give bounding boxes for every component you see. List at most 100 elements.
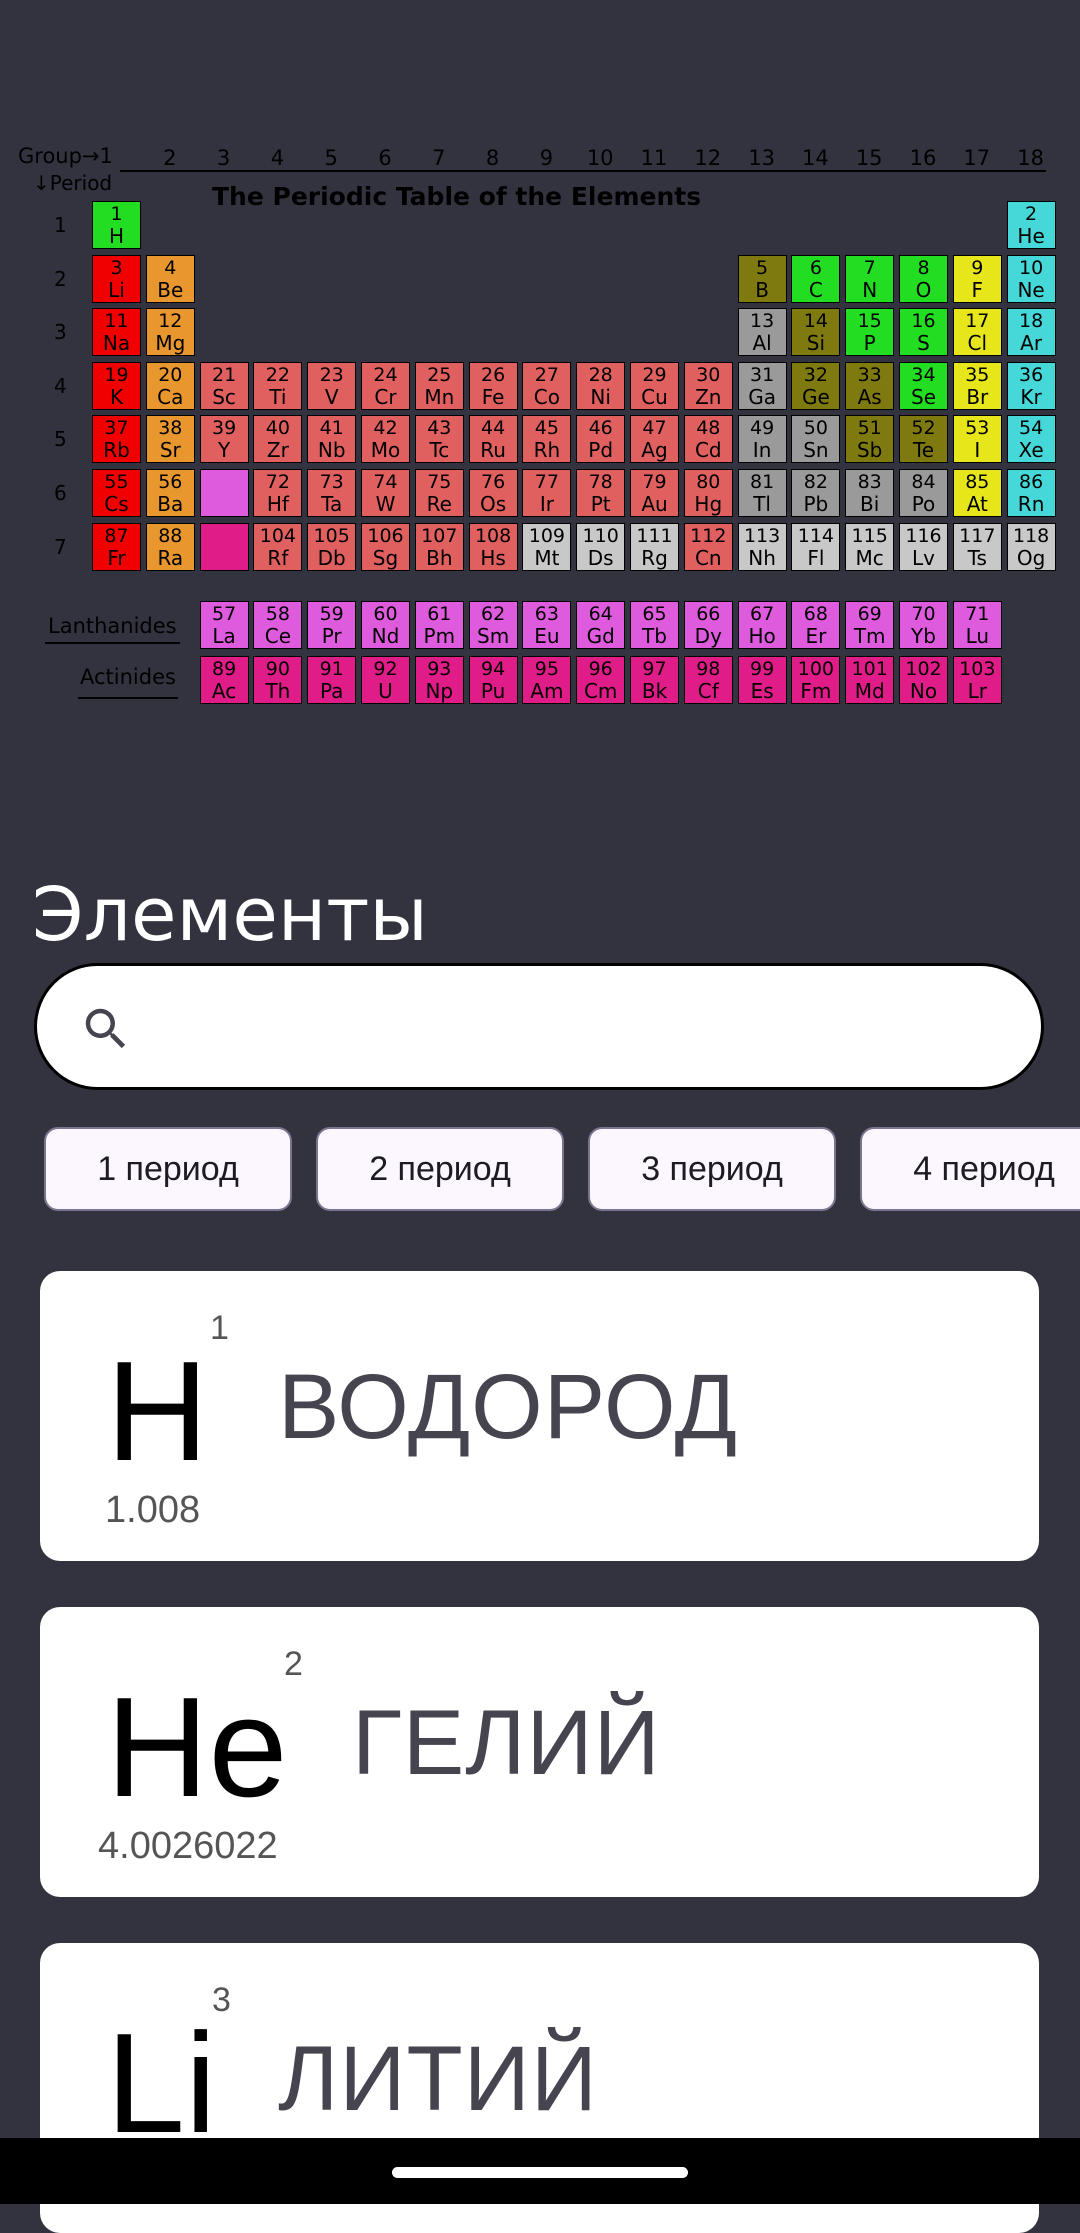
element-cell-cu: 29 Cu xyxy=(630,361,679,410)
cell-number: 20 xyxy=(158,363,183,386)
cell-symbol: Sg xyxy=(372,545,399,570)
cell-number: 2 xyxy=(1025,203,1038,225)
element-cell-ni: 28 Ni xyxy=(576,361,626,410)
chip-period-4[interactable]: 4 период xyxy=(860,1127,1080,1211)
cell-number: 58 xyxy=(265,603,290,625)
cell-number: 75 xyxy=(427,471,452,493)
atomic-number: 1 xyxy=(210,1309,229,1347)
search-bar[interactable] xyxy=(34,963,1044,1090)
element-cell-placeholder xyxy=(199,469,249,517)
cell-number: 76 xyxy=(481,471,506,493)
cell-symbol: Np xyxy=(425,679,454,703)
element-cell-kr: 36 Kr xyxy=(1006,361,1056,410)
cell-symbol: Pb xyxy=(803,492,829,516)
cell-number: 27 xyxy=(534,363,559,386)
cell-symbol: Mn xyxy=(424,384,455,409)
cell-symbol: Se xyxy=(911,384,936,409)
element-cell-os: 76 Os xyxy=(468,469,518,517)
element-cell-rf: 104 Rf xyxy=(253,522,303,571)
cell-symbol: Cn xyxy=(694,545,722,570)
element-cell-c: 6C xyxy=(791,254,841,303)
cell-symbol: Cl xyxy=(967,331,988,356)
cell-symbol: Cd xyxy=(694,438,722,463)
group-label: 10 xyxy=(586,146,614,170)
cell-symbol: Es xyxy=(750,679,774,703)
cell-symbol: Cu xyxy=(641,384,668,409)
cell-number: 113 xyxy=(743,524,781,547)
lanthanides-rule xyxy=(45,642,180,644)
cell-number: 43 xyxy=(427,417,452,440)
period-caption: ↓Period xyxy=(33,171,113,195)
element-cell-ru: 44 Ru xyxy=(468,415,518,464)
cell-number: 91 xyxy=(319,658,344,680)
element-cell-pr: 59 Pr xyxy=(307,601,357,649)
cell-symbol: Li xyxy=(108,277,125,302)
group-label: 2 xyxy=(163,146,177,170)
cell-symbol: Bi xyxy=(860,492,880,516)
element-cell-h: 1H xyxy=(92,201,141,249)
search-icon[interactable] xyxy=(79,1002,133,1056)
element-card-hydrogen[interactable]: H 1 ВОДОРОД 1.008 xyxy=(40,1271,1039,1561)
chip-period-2[interactable]: 2 период xyxy=(316,1127,564,1211)
cell-symbol: Zn xyxy=(695,384,722,409)
element-cell-sm: 62 Sm xyxy=(468,601,518,649)
cell-symbol: Mo xyxy=(370,438,401,463)
cell-number: 21 xyxy=(212,363,237,386)
cell-number: 44 xyxy=(481,417,506,440)
element-cell-i: 53 I xyxy=(952,415,1002,464)
cell-symbol: Eu xyxy=(534,624,560,648)
cell-symbol: C xyxy=(808,277,823,302)
element-card-helium[interactable]: He 2 ГЕЛИЙ 4.0026022 xyxy=(40,1607,1039,1897)
element-cell-fr: 87 Fr xyxy=(92,522,141,571)
cell-number: 65 xyxy=(642,603,667,625)
element-cell-po: 84 Po xyxy=(899,469,948,517)
element-cell-bh: 107 Bh xyxy=(414,522,464,571)
cell-symbol: Fr xyxy=(107,545,126,570)
cell-number: 35 xyxy=(965,363,990,386)
group-label: 16 xyxy=(909,146,937,170)
element-cell-zr: 40 Zr xyxy=(253,415,303,464)
cell-symbol: Tc xyxy=(429,438,450,463)
cell-number: 84 xyxy=(911,471,936,493)
cell-symbol: Fm xyxy=(800,679,832,703)
cell-symbol: Na xyxy=(102,331,131,356)
cell-symbol: He xyxy=(1017,224,1045,248)
group-label: 17 xyxy=(963,146,991,170)
atomic-mass: 4.0026022 xyxy=(98,1825,278,1867)
period-label: 2 xyxy=(54,266,67,291)
cell-symbol: As xyxy=(857,384,882,409)
cell-number: 107 xyxy=(421,524,458,547)
cell-number: 105 xyxy=(313,524,350,547)
cell-number: 94 xyxy=(481,658,506,680)
home-gesture-handle[interactable] xyxy=(392,2167,688,2178)
element-cell-si: 14 Si xyxy=(791,308,841,357)
period-filter-chips: 1 период 2 период 3 период 4 период xyxy=(0,1127,1080,1213)
cell-number: 1 xyxy=(110,203,123,225)
element-cell-k: 19 K xyxy=(92,361,141,410)
element-cell-cs: 55 Cs xyxy=(92,469,141,517)
cell-number: 59 xyxy=(319,603,344,625)
cell-number: 102 xyxy=(905,658,942,680)
cell-number: 95 xyxy=(534,658,559,680)
cell-symbol: Sn xyxy=(803,438,829,463)
element-cell-rh: 45 Rh xyxy=(522,415,572,464)
cell-number: 46 xyxy=(588,417,613,440)
chip-period-3[interactable]: 3 период xyxy=(588,1127,836,1211)
search-input[interactable] xyxy=(157,988,1011,1070)
cell-number: 50 xyxy=(803,417,828,440)
cell-number: 3 xyxy=(110,256,123,279)
element-cell-og: 118 Og xyxy=(1006,522,1056,571)
chip-period-1[interactable]: 1 период xyxy=(44,1127,292,1211)
cell-number: 8 xyxy=(917,256,930,279)
element-cell-o: 8O xyxy=(899,254,948,303)
cell-symbol: Db xyxy=(317,545,346,570)
element-cell-na: 11 Na xyxy=(92,308,141,357)
cell-symbol: Pd xyxy=(588,438,614,463)
cell-number: 78 xyxy=(588,471,613,493)
cell-symbol: Ts xyxy=(967,545,987,570)
cell-symbol: Yb xyxy=(911,624,936,648)
cell-number: 90 xyxy=(265,658,290,680)
atomic-number: 3 xyxy=(212,1981,231,2019)
period-label: 7 xyxy=(54,534,67,559)
element-cell-rb: 37 Rb xyxy=(92,415,141,464)
